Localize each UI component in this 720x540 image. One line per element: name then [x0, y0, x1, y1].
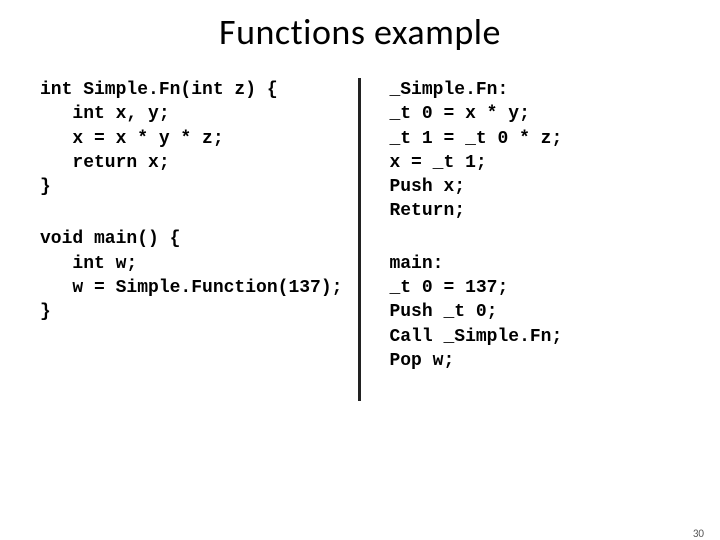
code-block-source-main: void main() { int w; w = Simple.Function… [40, 227, 342, 324]
code-block-source-fn: int Simple.Fn(int z) { int x, y; x = x *… [40, 78, 342, 199]
left-column: int Simple.Fn(int z) { int x, y; x = x *… [40, 78, 358, 401]
two-column-layout: int Simple.Fn(int z) { int x, y; x = x *… [0, 78, 720, 401]
slide-title: Functions example [0, 10, 720, 54]
page-number: 30 [693, 527, 704, 540]
code-block-ir-fn: _Simple.Fn: _t 0 = x * y; _t 1 = _t 0 * … [389, 78, 680, 224]
right-column: _Simple.Fn: _t 0 = x * y; _t 1 = _t 0 * … [358, 78, 680, 401]
code-block-ir-main: main: _t 0 = 137; Push _t 0; Call _Simpl… [389, 252, 680, 373]
